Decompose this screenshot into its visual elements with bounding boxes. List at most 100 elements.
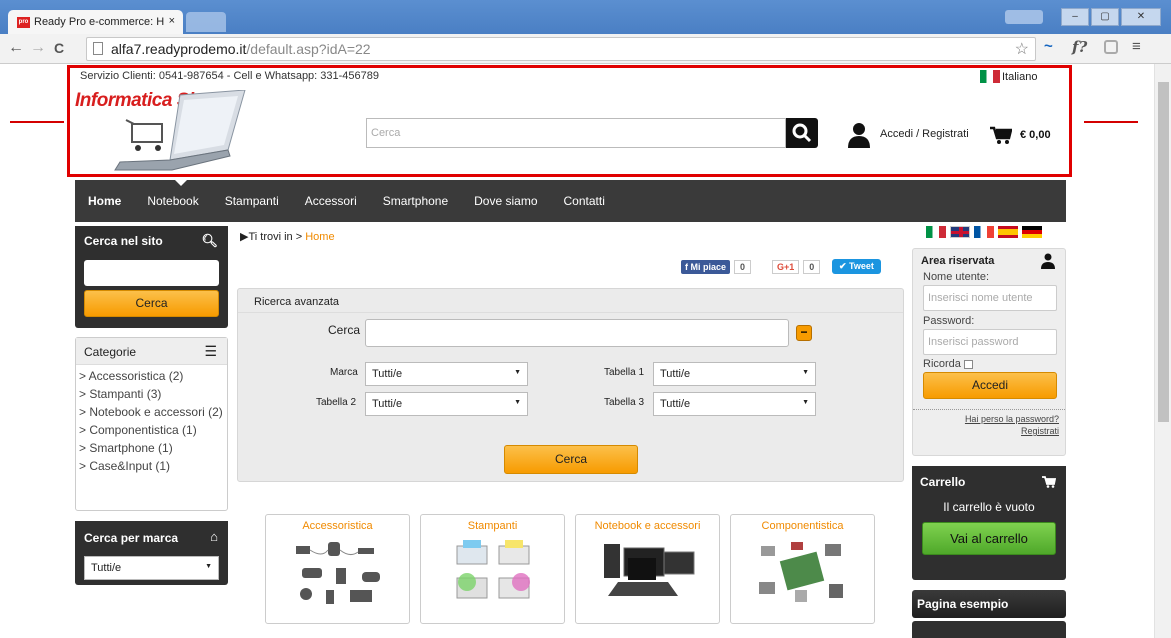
home-icon: ⌂ [210, 529, 218, 544]
user-icon[interactable] [848, 122, 870, 148]
bookmark-star-icon[interactable]: ☆ [1015, 39, 1029, 59]
browser-tab[interactable]: pro Ready Pro e-commerce: H × [8, 10, 183, 34]
sample-page-link[interactable]: Pagina esempio [912, 590, 1066, 618]
forgot-password-link[interactable]: Hai perso la password? [913, 409, 1065, 424]
facebook-like-button[interactable]: f Mi piace [681, 259, 731, 274]
marca-select[interactable]: Tutti/e [365, 362, 528, 386]
site-search-box: Cerca nel sito 🔍︎ Cerca [75, 226, 228, 328]
search-icon: 🔍︎ [201, 233, 218, 248]
menu-notebook[interactable]: Notebook [147, 194, 198, 208]
browser-chrome: pro Ready Pro e-commerce: H × – ▢ ✕ ← → … [0, 0, 1171, 64]
new-tab-button[interactable] [186, 12, 226, 32]
extension-icon[interactable]: ~ [1044, 38, 1053, 55]
back-icon[interactable]: ← [8, 39, 24, 57]
brand-search-title: Cerca per marca [84, 531, 179, 545]
tab-strip: pro Ready Pro e-commerce: H × – ▢ ✕ [0, 0, 1171, 34]
tabella1-label: Tabella 1 [604, 367, 645, 378]
reload-icon[interactable]: C [54, 40, 64, 56]
language-flags [926, 226, 1042, 238]
brand-select[interactable]: Tutti/e [84, 556, 219, 580]
language-selector[interactable]: Italiano [980, 70, 1037, 83]
flag-italian-icon[interactable] [926, 226, 946, 238]
menu-stampanti[interactable]: Stampanti [225, 194, 279, 208]
minimize-button[interactable]: – [1061, 8, 1089, 26]
flag-english-icon[interactable] [950, 226, 970, 238]
category-card-notebook[interactable]: Notebook e accessori [575, 514, 720, 624]
address-bar[interactable]: alfa7.readyprodemo.it/default.asp?idA=22… [86, 37, 1036, 61]
menu-home[interactable]: Home [88, 194, 121, 208]
password-label: Password: [923, 315, 975, 327]
menu-contatti[interactable]: Contatti [564, 194, 605, 208]
cube-extension-icon[interactable] [1104, 40, 1118, 54]
scrollbar-thumb[interactable] [1158, 82, 1169, 422]
favicon-icon: pro [17, 17, 30, 28]
next-menu-item [912, 621, 1066, 638]
facebook-like[interactable]: f Mi piace 0 [681, 258, 752, 275]
categories-list: > Accessoristica (2) > Stampanti (3) > N… [76, 365, 227, 476]
header-search-input[interactable]: Cerca [366, 118, 786, 148]
tweet-button[interactable]: ✔ Tweet [832, 259, 881, 274]
gplus-button[interactable]: G+1 [772, 259, 800, 274]
category-card-stampanti[interactable]: Stampanti [420, 514, 565, 624]
password-input[interactable]: Inserisci password [923, 329, 1057, 355]
tab-close-icon[interactable]: × [169, 15, 175, 27]
category-card-title: Componentistica [761, 520, 844, 532]
category-card-componentistica[interactable]: Componentistica [730, 514, 875, 624]
site-search-button[interactable]: Cerca [84, 290, 219, 317]
maximize-button[interactable]: ▢ [1091, 8, 1119, 26]
header-cart[interactable]: € 0,00 [990, 126, 1051, 144]
site-search-input[interactable] [84, 260, 219, 286]
site-search-title: Cerca nel sito 🔍︎ [75, 226, 228, 256]
remember-label: Ricorda [923, 358, 961, 370]
category-card-title: Stampanti [467, 520, 518, 532]
login-link[interactable]: Accedi / Registrati [880, 128, 969, 140]
annotation-arrow-left [10, 121, 64, 123]
login-button[interactable]: Accedi [923, 372, 1057, 399]
flag-french-icon[interactable] [974, 226, 994, 238]
menu-dove-siamo[interactable]: Dove siamo [474, 194, 537, 208]
cart-box: Carrello Il carrello è vuoto Vai al carr… [912, 466, 1066, 580]
advanced-search-title: Ricerca avanzata [238, 289, 903, 313]
customer-service-text: Servizio Clienti: 0541-987654 - Cell e W… [80, 70, 380, 82]
category-item[interactable]: > Accessoristica (2) [76, 368, 227, 386]
username-input[interactable]: Inserisci nome utente [923, 285, 1057, 311]
go-to-cart-button[interactable]: Vai al carrello [922, 522, 1056, 555]
category-card-accessoristica[interactable]: Accessoristica [265, 514, 410, 624]
cart-box-header: Carrello [912, 466, 1066, 498]
menu-smartphone[interactable]: Smartphone [383, 194, 448, 208]
register-link[interactable]: Registrati [913, 424, 1065, 438]
tabella3-select[interactable]: Tutti/e [653, 392, 816, 416]
formula-extension-icon[interactable]: f? [1072, 38, 1087, 56]
tabella2-select[interactable]: Tutti/e [365, 392, 528, 416]
breadcrumb: ▶Ti trovi in > Home [240, 230, 335, 243]
category-item[interactable]: > Componentistica (1) [76, 422, 227, 440]
collapse-button[interactable]: − [796, 325, 812, 341]
tabella2-label: Tabella 2 [316, 397, 357, 408]
tweet-share[interactable]: ✔ Tweet [832, 258, 881, 275]
marca-label: Marca [330, 367, 358, 378]
flag-german-icon[interactable] [1022, 226, 1042, 238]
close-window-button[interactable]: ✕ [1121, 8, 1161, 26]
login-box: Area riservata Nome utente: Inserisci no… [912, 248, 1066, 456]
site-search-title-text: Cerca nel sito [84, 234, 163, 248]
forward-icon[interactable]: → [30, 39, 46, 57]
advanced-search-button[interactable]: Cerca [504, 445, 638, 474]
login-box-title: Area riservata [921, 255, 995, 267]
chrome-menu-icon[interactable]: ≡ [1132, 38, 1141, 55]
menu-accessori[interactable]: Accessori [305, 194, 357, 208]
gplus-share[interactable]: G+1 0 [772, 258, 821, 275]
breadcrumb-current[interactable]: Home [305, 231, 334, 243]
advanced-search-input[interactable] [365, 319, 789, 347]
category-item[interactable]: > Smartphone (1) [76, 440, 227, 458]
tabella1-select[interactable]: Tutti/e [653, 362, 816, 386]
category-item[interactable]: > Stampanti (3) [76, 386, 227, 404]
profile-badge[interactable] [1005, 10, 1043, 24]
category-card-title: Notebook e accessori [594, 520, 701, 532]
category-item[interactable]: > Case&Input (1) [76, 458, 227, 476]
remember-checkbox[interactable] [963, 359, 973, 369]
header-search-button[interactable] [786, 118, 818, 148]
scrollbar[interactable] [1154, 64, 1171, 638]
login-box-header: Area riservata [913, 249, 1065, 269]
flag-spanish-icon[interactable] [998, 226, 1018, 238]
category-item[interactable]: > Notebook e accessori (2) [76, 404, 227, 422]
